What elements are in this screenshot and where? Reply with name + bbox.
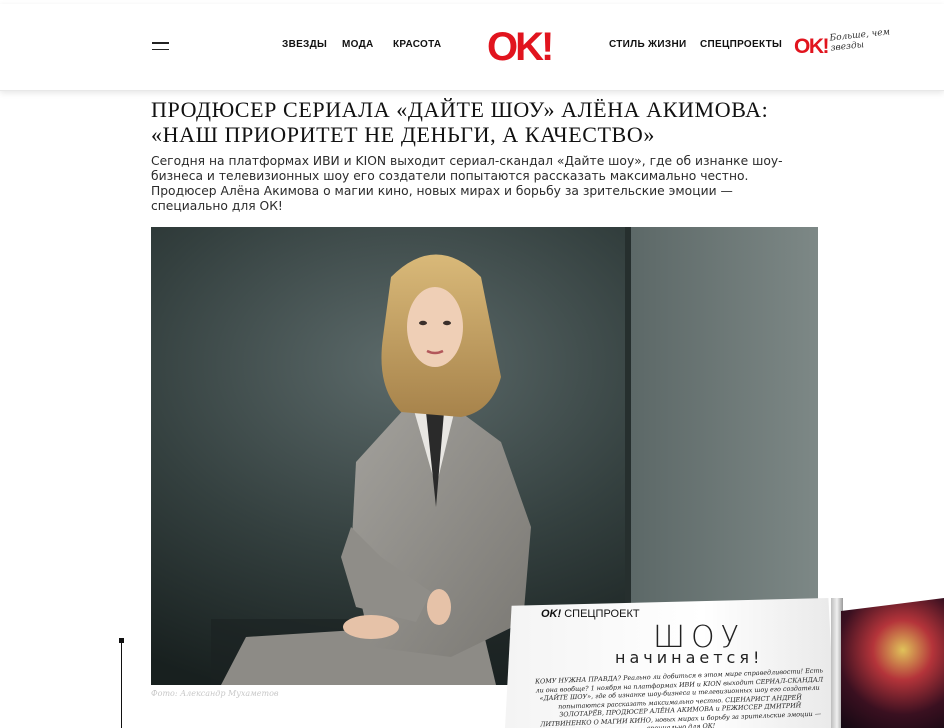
magazine-spread-image: OK! СПЕЦПРОЕКТ ШОУ начинается! КОМУ НУЖН… xyxy=(505,598,944,728)
svg-text:OK!: OK! xyxy=(487,26,551,66)
magazine-body-text: КОМУ НУЖНА ПРАВДА? Реально ли добиться в… xyxy=(534,666,824,728)
nav-link-stars[interactable]: ЗВЕЗДЫ xyxy=(282,39,327,50)
nav-link-special-projects[interactable]: СПЕЦПРОЕКТЫ xyxy=(700,39,782,50)
magazine-subtitle: начинается! xyxy=(615,648,764,667)
scroll-progress-line xyxy=(121,642,122,728)
nav-link-fashion[interactable]: МОДА xyxy=(342,39,374,50)
hamburger-menu-icon[interactable] xyxy=(152,42,169,51)
magazine-right-page-photo xyxy=(841,598,944,728)
ok-logo[interactable]: OK! xyxy=(487,26,559,66)
magazine-special-project-badge: OK! СПЕЦПРОЕКТ xyxy=(541,608,640,620)
nav-link-beauty[interactable]: КРАСОТА xyxy=(393,39,441,50)
brand-tagline: Больше, чем звезды xyxy=(829,27,891,54)
site-header: ЗВЕЗДЫ МОДА КРАСОТА OK! СТИЛЬ ЖИЗНИ СПЕЦ… xyxy=(0,4,944,91)
article-lead: Сегодня на платформах ИВИ и KION выходит… xyxy=(151,154,783,213)
svg-text:OK!: OK! xyxy=(794,35,828,57)
article-headline: ПРОДЮСЕР СЕРИАЛА «ДАЙТЕ ШОУ» АЛЁНА АКИМО… xyxy=(151,97,769,147)
ok-secondary-logo[interactable]: OK! xyxy=(794,35,830,57)
photo-credit: Фото: Александр Мухаметов xyxy=(151,689,279,698)
nav-link-lifestyle[interactable]: СТИЛЬ ЖИЗНИ xyxy=(609,39,686,50)
